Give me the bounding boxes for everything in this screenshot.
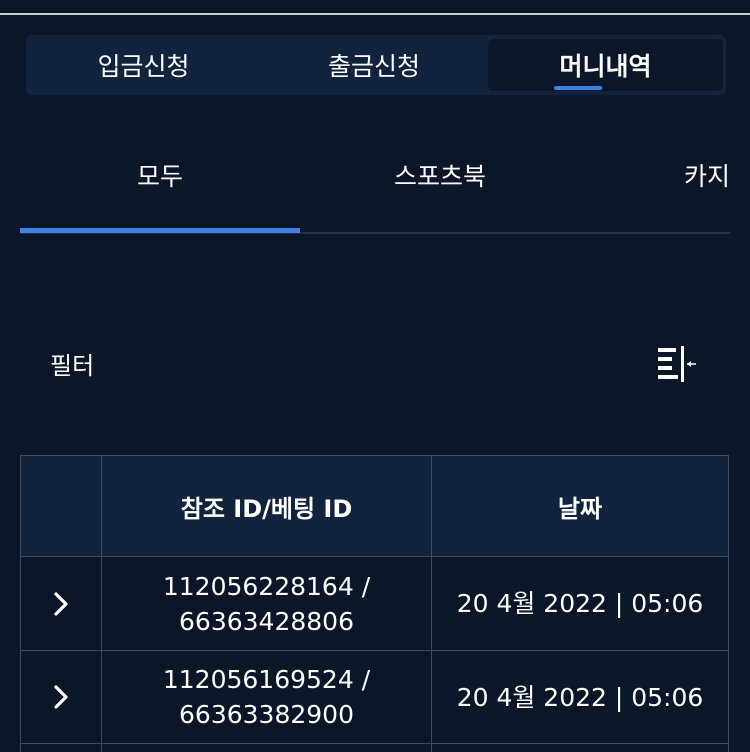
top-divider (0, 13, 750, 15)
tab-money-history[interactable]: 머니내역 (488, 39, 723, 91)
subtab-all[interactable]: 모두 (20, 150, 300, 200)
row-expand-button[interactable] (20, 650, 102, 744)
chevron-right-icon (54, 685, 68, 709)
filter-collapse-icon[interactable] (656, 346, 698, 382)
table-row-date: 20 4월 2022 | 05:06 (431, 556, 729, 651)
bet-id-text: 66363428806 (179, 606, 354, 636)
row-expand-button[interactable] (20, 556, 102, 651)
active-tab-indicator (554, 86, 602, 90)
table-row-partial (101, 743, 432, 752)
header-ref-id: 참조 ID/베팅 ID (101, 455, 432, 557)
tab-withdraw-request[interactable]: 출금신청 (261, 35, 487, 95)
header-expand-col (20, 455, 102, 557)
tab-deposit-request[interactable]: 입금신청 (26, 35, 261, 95)
chevron-right-icon (54, 591, 68, 616)
table-row-ref: 112056169524 / 66363382900 (101, 650, 432, 744)
table-row-date: 20 4월 2022 | 05:06 (431, 650, 729, 744)
sub-tab-bar: 모두 스포츠북 카지노 (0, 140, 730, 210)
subtab-sportsbook[interactable]: 스포츠북 (300, 150, 580, 200)
table-row-partial (431, 743, 729, 752)
table-row-ref: 112056228164 / 66363428806 (101, 556, 432, 651)
ref-id-text: 112056228164 / (162, 571, 371, 601)
money-history-table: 참조 ID/베팅 ID 날짜 112056228164 / 6636342880… (20, 455, 729, 752)
ref-id-text: 112056169524 / (162, 665, 371, 694)
filter-label: 필터 (50, 352, 95, 380)
subtab-casino[interactable]: 카지노 (660, 150, 730, 200)
sub-tab-active-indicator (20, 228, 300, 233)
header-date: 날짜 (431, 455, 729, 557)
bet-id-text: 66363382900 (179, 700, 354, 729)
table-row-partial (20, 743, 102, 752)
top-tab-bar: 입금신청 출금신청 머니내역 (26, 35, 726, 95)
money-history-screen: 입금신청 출금신청 머니내역 모두 스포츠북 카지노 필터 참조 ID/베팅 I… (0, 0, 750, 752)
